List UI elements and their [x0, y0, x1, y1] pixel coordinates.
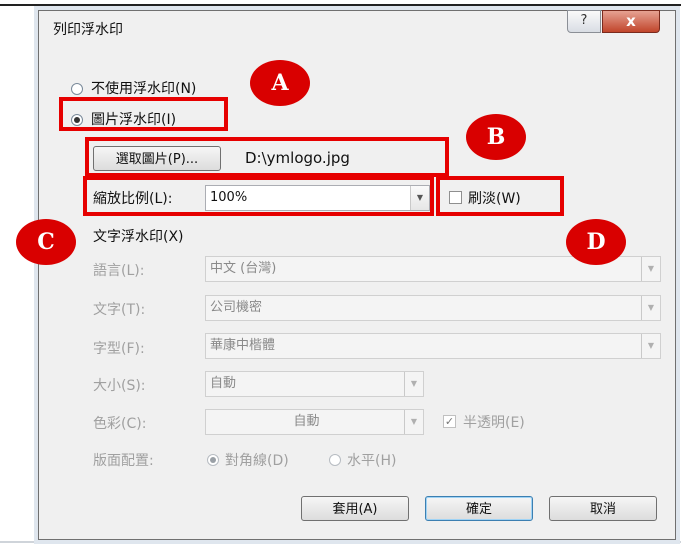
no-watermark-radio[interactable] [71, 83, 83, 95]
semitransparent-label: 半透明(E) [463, 415, 525, 431]
annotation-marker-c: C [16, 219, 76, 265]
chevron-down-icon[interactable]: ▼ [641, 257, 660, 281]
size-dropdown[interactable]: 自動 ▼ [205, 371, 424, 397]
language-label: 語言(L): [93, 263, 145, 279]
font-value: 華康中楷體 [210, 338, 276, 353]
apply-button[interactable]: 套用(A) [301, 496, 409, 521]
size-value: 自動 [210, 376, 237, 391]
color-value: 自動 [293, 414, 320, 429]
text-watermark-label: 文字浮水印(X) [93, 229, 184, 245]
horizontal-label: 水平(H) [347, 453, 397, 469]
annotation-box-picture-watermark [59, 97, 228, 131]
text-value: 公司機密 [210, 300, 263, 315]
horizontal-radio[interactable] [329, 454, 341, 466]
close-button[interactable]: x [602, 10, 660, 33]
font-label: 字型(F): [93, 341, 145, 357]
color-dropdown[interactable]: 自動 ▼ [205, 409, 424, 435]
print-watermark-dialog: 列印浮水印 ? x 不使用浮水印(N) 圖片浮水印(I) 選取圖片(P)... … [38, 10, 676, 540]
text-label: 文字(T): [93, 302, 146, 318]
language-value: 中文 (台灣) [210, 261, 277, 276]
diagonal-radio[interactable] [207, 454, 219, 466]
chevron-down-icon[interactable]: ▼ [404, 372, 423, 396]
annotation-marker-b: B [466, 114, 526, 160]
chevron-down-icon[interactable]: ▼ [641, 334, 660, 358]
font-dropdown[interactable]: 華康中楷體 ▼ [205, 333, 661, 359]
color-label: 色彩(C): [93, 416, 147, 432]
annotation-box-washout [436, 176, 564, 216]
annotation-box-select-picture [85, 137, 449, 177]
dialog-title: 列印浮水印 [53, 22, 123, 38]
cancel-button[interactable]: 取消 [549, 496, 657, 521]
ok-button[interactable]: 確定 [425, 496, 533, 521]
diagonal-label: 對角線(D) [225, 453, 289, 469]
annotation-marker-d: D [566, 219, 626, 265]
size-label: 大小(S): [93, 378, 146, 394]
help-button[interactable]: ? [567, 10, 601, 33]
semitransparent-checkbox[interactable]: ✓ [443, 415, 456, 428]
background-line [0, 541, 681, 543]
chevron-down-icon[interactable]: ▼ [641, 296, 660, 320]
no-watermark-label: 不使用浮水印(N) [91, 81, 197, 97]
text-dropdown[interactable]: 公司機密 ▼ [205, 295, 661, 321]
annotation-box-scale [83, 176, 434, 216]
annotation-marker-a: A [250, 60, 310, 106]
chevron-down-icon[interactable]: ▼ [404, 410, 423, 434]
layout-label: 版面配置: [93, 453, 154, 469]
background-line [0, 4, 681, 6]
